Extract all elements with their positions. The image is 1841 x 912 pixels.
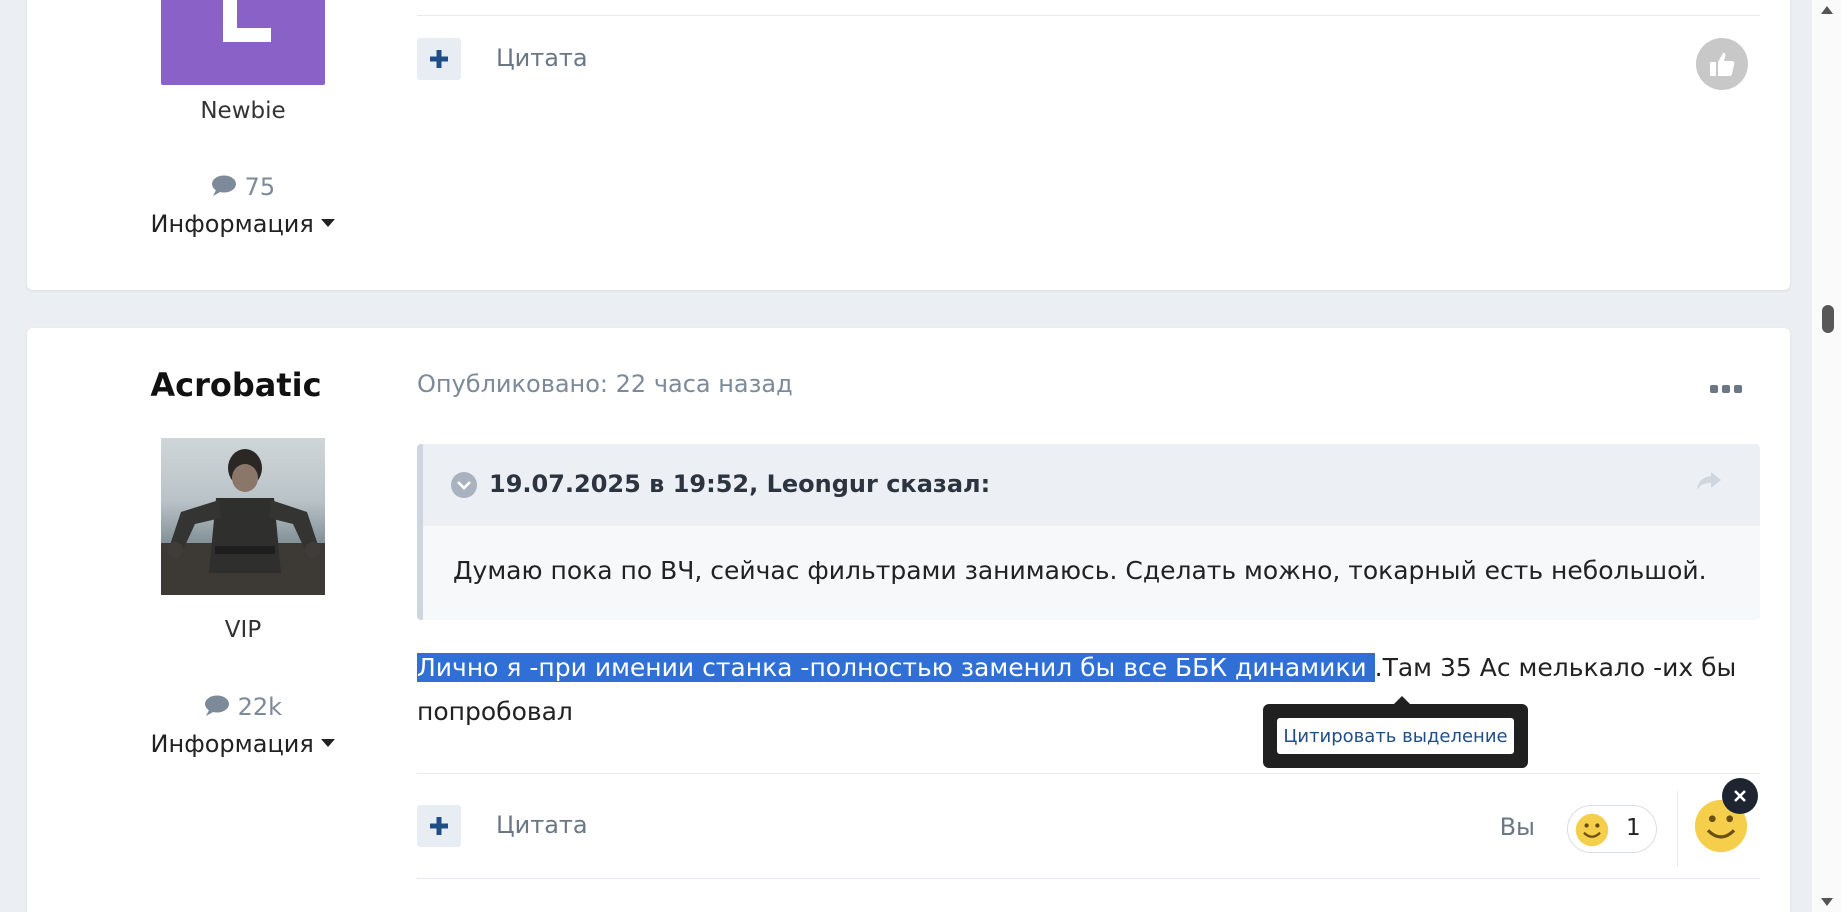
reaction-users[interactable]: Вы: [1500, 813, 1535, 841]
react-button[interactable]: [1692, 778, 1758, 859]
quote-button[interactable]: Цитата: [496, 44, 588, 72]
collapse-quote-button[interactable]: [451, 472, 477, 498]
selection-quote-tooltip: Цитировать выделение: [1263, 696, 1528, 768]
post-body: Лично я -при имении станка -полностью за…: [417, 646, 1750, 734]
thumbs-up-icon: [1710, 52, 1735, 76]
go-to-quoted-post-button[interactable]: [1696, 470, 1722, 496]
user-rank: Newbie: [200, 98, 286, 124]
divider: [417, 15, 1760, 16]
more-options-button[interactable]: [1710, 372, 1742, 400]
quote-citation[interactable]: 19.07.2025 в 19:52, Leongur сказал:: [489, 470, 990, 498]
divider: [1677, 791, 1678, 867]
selected-text: Лично я -при имении станка -полностью за…: [417, 653, 1375, 682]
smiley-icon: [1575, 813, 1609, 847]
plus-icon: [430, 817, 448, 835]
close-icon: [1734, 790, 1746, 802]
post-card: Newbie 75 Информация Цитата: [27, 0, 1790, 290]
user-rank: VIP: [224, 617, 262, 643]
quote-header: 19.07.2025 в 19:52, Leongur сказал:: [423, 444, 1760, 526]
post-footer: Цитата Вы 1: [417, 778, 1760, 867]
reaction-count: 1: [1626, 815, 1641, 841]
quote-button[interactable]: Цитата: [496, 811, 588, 839]
divider: [417, 773, 1760, 774]
multiquote-button[interactable]: [417, 38, 461, 80]
speech-bubble-icon: [204, 695, 229, 716]
avatar[interactable]: [161, 438, 325, 595]
scrollbar-thumb[interactable]: [1822, 305, 1834, 333]
info-dropdown[interactable]: Информация: [27, 210, 459, 238]
speech-bubble-icon: [211, 175, 236, 196]
avatar[interactable]: [161, 0, 325, 85]
like-button[interactable]: [1696, 38, 1748, 90]
scroll-down-arrow-icon[interactable]: [1821, 898, 1833, 906]
quote-selection-button[interactable]: Цитировать выделение: [1277, 718, 1514, 754]
post-card: Acrobatic VIP 22k Информация Опубликован…: [27, 328, 1790, 912]
quote-block: 19.07.2025 в 19:52, Leongur сказал: Дума…: [417, 444, 1760, 620]
remove-reaction-button[interactable]: [1722, 778, 1758, 814]
share-arrow-icon: [1697, 472, 1721, 490]
avatar-image: [161, 449, 325, 595]
plus-icon: [430, 50, 448, 68]
caret-down-icon: [321, 219, 336, 227]
divider: [417, 878, 1760, 879]
post-count-value: 22k: [237, 693, 283, 721]
post-count[interactable]: 22k: [27, 693, 459, 721]
quote-text: Думаю пока по ВЧ, сейчас фильтрами заним…: [453, 556, 1707, 585]
ellipsis-icon: [1710, 385, 1742, 393]
post-date[interactable]: Опубликовано: 22 часа назад: [417, 370, 793, 398]
post-count[interactable]: 75: [27, 173, 459, 201]
info-label: Информация: [150, 730, 314, 758]
caret-down-icon: [321, 739, 336, 747]
multiquote-button[interactable]: [417, 805, 461, 847]
post-footer: Цитата: [417, 38, 1760, 90]
scroll-up-arrow-icon[interactable]: [1821, 6, 1833, 14]
chevron-down-icon: [457, 481, 471, 490]
scrollbar[interactable]: [1812, 0, 1841, 912]
reaction-summary[interactable]: 1: [1567, 805, 1657, 853]
author-name[interactable]: Acrobatic: [27, 366, 445, 404]
info-dropdown[interactable]: Информация: [27, 730, 459, 758]
post-count-value: 75: [244, 173, 276, 201]
info-label: Информация: [150, 210, 314, 238]
